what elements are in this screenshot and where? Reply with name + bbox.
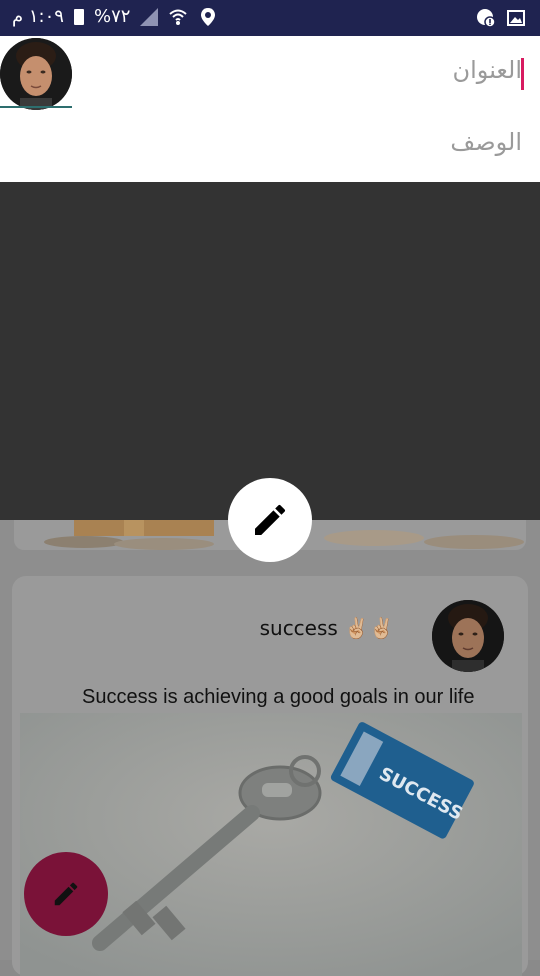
title-field[interactable]: العنوان (453, 56, 523, 84)
wifi-icon (168, 7, 188, 27)
pencil-icon (255, 504, 286, 535)
status-time: ١:٠٩ م (12, 6, 64, 27)
status-right-group (476, 8, 526, 28)
avatar-face-icon (432, 600, 504, 672)
user-avatar[interactable] (0, 38, 72, 110)
edit-image-button[interactable] (228, 478, 312, 562)
status-bar: ١:٠٩ م %٧٢ (0, 0, 540, 36)
post-image[interactable]: SUCCESS (20, 713, 522, 976)
text-caret (521, 58, 524, 90)
avatar-face-icon (0, 38, 72, 110)
post-title: success ✌🏼✌🏼 (259, 616, 394, 640)
battery-percent: %٧٢ (93, 6, 131, 27)
image-icon (506, 8, 526, 28)
new-post-button[interactable] (24, 852, 108, 936)
pencil-icon (54, 882, 78, 906)
battery-icon (73, 8, 84, 25)
description-field[interactable]: الوصف (450, 128, 522, 156)
post-description: Success is achieving a good goals in our… (82, 686, 475, 708)
alert-icon (476, 8, 496, 28)
status-left-group: ١:٠٩ م %٧٢ (12, 6, 218, 27)
signal-icon (140, 7, 159, 26)
post-form: العنوان الوصف (0, 36, 540, 182)
image-preview-area[interactable] (0, 182, 540, 520)
location-icon (198, 7, 218, 27)
post-author-avatar[interactable] (432, 600, 504, 672)
avatar-underline (0, 106, 72, 108)
